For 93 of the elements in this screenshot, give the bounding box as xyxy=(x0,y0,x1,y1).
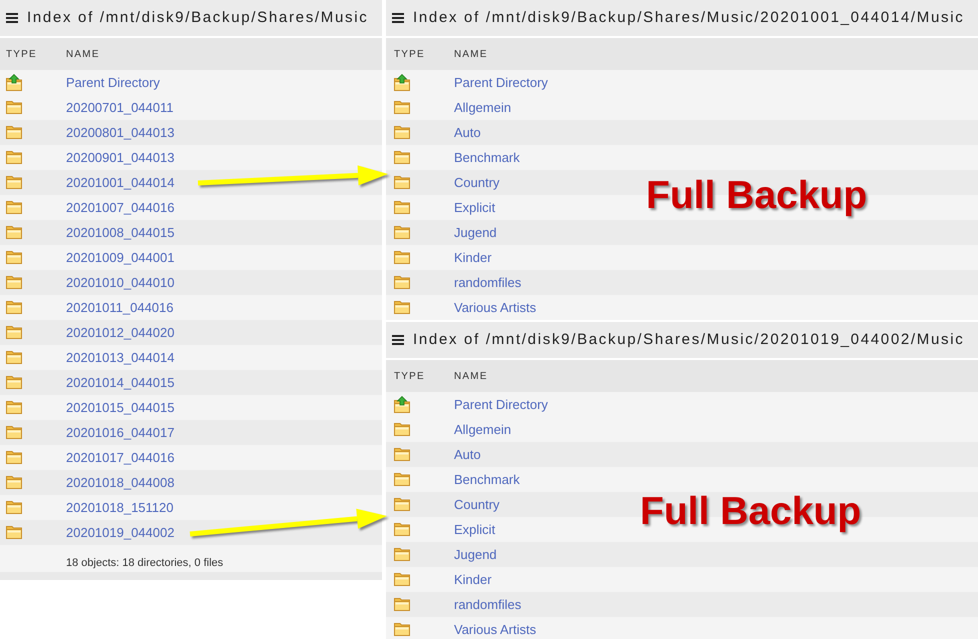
folder-icon xyxy=(6,401,22,414)
folder-icon xyxy=(6,526,22,539)
page-title: Index of /mnt/disk9/Backup/Shares/Music xyxy=(27,8,368,28)
folder-link[interactable]: 20200901_044013 xyxy=(66,148,174,168)
folder-link[interactable]: 20201001_044014 xyxy=(66,172,174,192)
folder-link[interactable]: Various Artists xyxy=(454,298,536,318)
column-header: NAME xyxy=(454,370,488,384)
column-header: NAME xyxy=(454,48,488,62)
folder-link[interactable]: randomfiles xyxy=(454,594,522,614)
folder-link[interactable]: Benchmark xyxy=(454,470,520,490)
folder-link[interactable]: Explicit xyxy=(454,198,496,218)
menu-icon[interactable] xyxy=(392,335,404,345)
folder-link[interactable]: Auto xyxy=(454,122,481,142)
folder-link[interactable]: Kinder xyxy=(454,248,492,268)
folder-link[interactable]: 20201010_044010 xyxy=(66,272,174,292)
folder-link[interactable]: Explicit xyxy=(454,520,496,540)
folder-icon xyxy=(394,201,410,214)
folder-icon xyxy=(394,301,410,314)
parent-directory-link[interactable]: Parent Directory xyxy=(454,394,548,414)
folder-link[interactable]: Benchmark xyxy=(454,148,520,168)
folder-link[interactable]: Country xyxy=(454,172,500,192)
annotation-text: Full Backup xyxy=(640,492,862,531)
folder-link[interactable]: 20201013_044014 xyxy=(66,348,174,368)
object-count-text: 18 objects: 18 directories, 0 files xyxy=(66,556,224,571)
folder-link[interactable]: 20201009_044001 xyxy=(66,248,174,268)
folder-icon xyxy=(394,101,410,114)
folder-link[interactable]: 20200801_044013 xyxy=(66,122,174,142)
folder-icon xyxy=(394,251,410,264)
parent-directory-link[interactable]: Parent Directory xyxy=(66,72,160,92)
folder-link[interactable]: 20201014_044015 xyxy=(66,372,174,392)
folder-link[interactable]: Jugend xyxy=(454,222,497,242)
folder-link[interactable]: Allgemein xyxy=(454,420,512,440)
folder-icon xyxy=(394,176,410,189)
column-header: NAME xyxy=(66,48,100,62)
folder-link[interactable]: Various Artists xyxy=(454,620,536,639)
menu-icon[interactable] xyxy=(392,13,404,23)
folder-icon xyxy=(394,548,410,561)
folder-icon xyxy=(6,251,22,264)
folder-icon xyxy=(6,201,22,214)
folder-icon xyxy=(394,598,410,611)
folder-icon xyxy=(6,501,22,514)
folder-link[interactable]: 20201016_044017 xyxy=(66,422,174,442)
folder-link[interactable]: Allgemein xyxy=(454,98,512,118)
folder-link[interactable]: 20201012_044020 xyxy=(66,322,174,342)
column-header: TYPE xyxy=(394,370,426,384)
folder-link[interactable]: 20201018_044008 xyxy=(66,472,174,492)
folder-icon xyxy=(394,473,410,486)
folder-link[interactable]: 20201011_044016 xyxy=(66,298,174,318)
folder-icon xyxy=(6,101,22,114)
folder-icon xyxy=(394,623,410,636)
folder-link[interactable]: randomfiles xyxy=(454,272,522,292)
folder-link[interactable]: 20201019_044002 xyxy=(66,522,174,542)
folder-icon xyxy=(394,573,410,586)
page-title: Index of /mnt/disk9/Backup/Shares/Music/20201001_044014/Music xyxy=(413,8,964,28)
folder-link[interactable]: Kinder xyxy=(454,570,492,590)
column-header: TYPE xyxy=(6,48,38,62)
folder-up-arrow-icon xyxy=(6,74,22,91)
folder-icon xyxy=(6,326,22,339)
folder-icon xyxy=(6,376,22,389)
folder-icon xyxy=(6,151,22,164)
folder-icon xyxy=(6,301,22,314)
folder-link[interactable]: Auto xyxy=(454,444,481,464)
folder-icon xyxy=(6,176,22,189)
folder-icon xyxy=(394,498,410,511)
folder-link[interactable]: 20200701_044011 xyxy=(66,98,174,118)
folder-icon xyxy=(6,126,22,139)
folder-link[interactable]: 20201007_044016 xyxy=(66,198,174,218)
parent-directory-link[interactable]: Parent Directory xyxy=(454,72,548,92)
folder-up-arrow-icon xyxy=(394,74,410,91)
folder-link[interactable]: 20201017_044016 xyxy=(66,448,174,468)
folder-icon xyxy=(394,226,410,239)
folder-icon xyxy=(6,451,22,464)
folder-icon xyxy=(6,351,22,364)
column-header: TYPE xyxy=(394,48,426,62)
folder-icon xyxy=(6,476,22,489)
menu-icon[interactable] xyxy=(6,13,18,23)
folder-icon xyxy=(394,448,410,461)
folder-icon xyxy=(6,226,22,239)
folder-link[interactable]: Jugend xyxy=(454,544,497,564)
folder-icon xyxy=(394,126,410,139)
page-title: Index of /mnt/disk9/Backup/Shares/Music/20201019_044002/Music xyxy=(413,330,964,350)
folder-icon xyxy=(394,523,410,536)
folder-icon xyxy=(6,276,22,289)
folder-link[interactable]: 20201015_044015 xyxy=(66,398,174,418)
folder-icon xyxy=(6,426,22,439)
folder-up-arrow-icon xyxy=(394,396,410,413)
folder-link[interactable]: 20201018_151120 xyxy=(66,498,174,518)
folder-icon xyxy=(394,151,410,164)
folder-link[interactable]: Country xyxy=(454,494,500,514)
folder-icon xyxy=(394,423,410,436)
folder-link[interactable]: 20201008_044015 xyxy=(66,222,174,242)
annotation-text: Full Backup xyxy=(646,176,868,215)
folder-icon xyxy=(394,276,410,289)
